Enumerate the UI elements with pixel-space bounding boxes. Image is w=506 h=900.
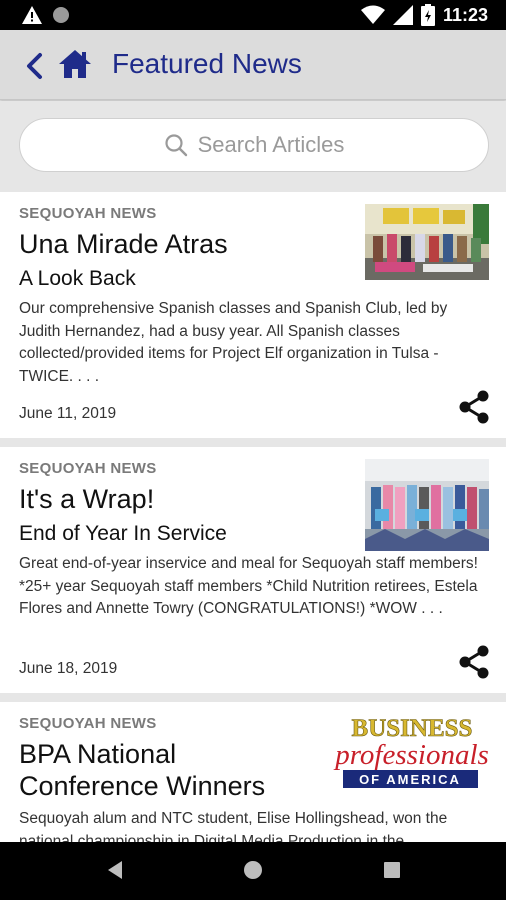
- article-headline: BPA National Conference Winners: [19, 739, 266, 801]
- search-input[interactable]: Search Articles: [19, 118, 489, 172]
- share-icon[interactable]: [458, 645, 490, 679]
- home-circle-icon[interactable]: [242, 859, 264, 881]
- recents-square-icon[interactable]: [381, 859, 403, 881]
- article-excerpt: Sequoyah alum and NTC student, Elise Hol…: [19, 810, 448, 842]
- article-headline: It's a Wrap!: [19, 484, 155, 514]
- article-card[interactable]: SEQUOYAH NEWS BPA National Conference Wi…: [0, 702, 506, 842]
- article-subhead: A Look Back: [19, 267, 136, 290]
- signal-icon: [392, 5, 413, 25]
- system-nav-bar: [0, 842, 506, 900]
- home-icon[interactable]: [58, 48, 92, 80]
- article-card[interactable]: SEQUOYAH NEWS It's a Wrap! End of Year I…: [0, 447, 506, 693]
- article-headline: Una Mirade Atras: [19, 229, 228, 259]
- article-source: SEQUOYAH NEWS: [19, 460, 157, 477]
- article-source: SEQUOYAH NEWS: [19, 205, 157, 222]
- article-excerpt: Great end-of-year inservice and meal for…: [19, 555, 478, 617]
- bpa-logo-line1: BUSINESS: [352, 715, 473, 742]
- search-icon: [165, 134, 187, 157]
- article-thumbnail: [365, 459, 489, 551]
- article-subhead: End of Year In Service: [19, 522, 227, 545]
- article-thumbnail: [365, 204, 489, 280]
- bpa-logo: BUSINESS professionals OF AMERICA: [333, 712, 491, 792]
- bpa-logo-line3: OF AMERICA: [359, 772, 461, 787]
- back-triangle-icon[interactable]: [104, 859, 126, 881]
- article-excerpt: Our comprehensive Spanish classes and Sp…: [19, 300, 448, 385]
- battery-icon: [420, 4, 435, 26]
- page-title: Featured News: [112, 48, 302, 79]
- search-area: Search Articles: [0, 101, 506, 191]
- back-icon[interactable]: [24, 52, 46, 80]
- article-card[interactable]: SEQUOYAH NEWS Una Mirade Atras A Look Ba…: [0, 192, 506, 438]
- clock: 11:23: [442, 4, 488, 25]
- article-date: June 18, 2019: [19, 660, 118, 677]
- wifi-icon: [360, 5, 385, 24]
- app-bar: Featured News: [0, 30, 506, 100]
- article-date: June 11, 2019: [19, 405, 117, 422]
- article-source: SEQUOYAH NEWS: [19, 715, 157, 732]
- warning-icon: [22, 6, 42, 24]
- circle-icon: [53, 7, 69, 23]
- share-icon[interactable]: [458, 390, 490, 424]
- search-placeholder: Search Articles: [197, 132, 345, 157]
- bpa-logo-line2: professionals: [333, 739, 489, 771]
- status-bar: 11:23: [0, 0, 506, 30]
